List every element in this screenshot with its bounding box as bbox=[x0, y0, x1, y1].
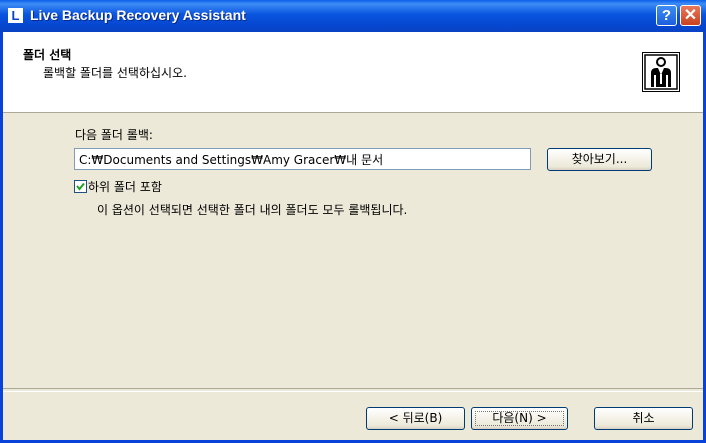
wizard-window: L Live Backup Recovery Assistant ? ✕ 폴더 … bbox=[0, 0, 706, 443]
wizard-header: 폴더 선택 롤백할 폴더를 선택하십시오. bbox=[3, 32, 703, 113]
back-button[interactable]: < 뒤로(B) bbox=[366, 407, 465, 430]
checkmark-icon bbox=[76, 182, 85, 191]
include-subfolders-label[interactable]: 하위 폴더 포함 bbox=[88, 178, 162, 195]
title-bar[interactable]: L Live Backup Recovery Assistant ? ✕ bbox=[0, 0, 706, 32]
footer-divider bbox=[3, 388, 703, 392]
page-subtitle: 롤백할 폴더를 선택하십시오. bbox=[43, 66, 187, 80]
page-title: 폴더 선택 bbox=[23, 48, 72, 62]
window-title: Live Backup Recovery Assistant bbox=[30, 7, 246, 23]
include-subfolders-checkbox[interactable] bbox=[74, 180, 87, 193]
folder-label: 다음 폴더 롤백: bbox=[75, 128, 153, 142]
app-icon: L bbox=[8, 8, 23, 23]
next-button[interactable]: 다음(N) > bbox=[471, 407, 568, 430]
include-subfolders-description: 이 옵션이 선택되면 선택한 폴더 내의 폴더도 모두 롤백됩니다. bbox=[97, 203, 408, 217]
close-button[interactable]: ✕ bbox=[680, 5, 701, 26]
help-button[interactable]: ? bbox=[656, 5, 677, 26]
folder-path-input[interactable]: C:₩Documents and Settings₩Amy Gracer₩내 문… bbox=[74, 148, 531, 170]
wizard-content: 다음 폴더 롤백: C:₩Documents and Settings₩Amy … bbox=[3, 113, 703, 383]
cancel-button[interactable]: 취소 bbox=[594, 407, 693, 430]
browse-button[interactable]: 찾아보기... bbox=[547, 148, 652, 171]
person-icon bbox=[642, 52, 680, 92]
